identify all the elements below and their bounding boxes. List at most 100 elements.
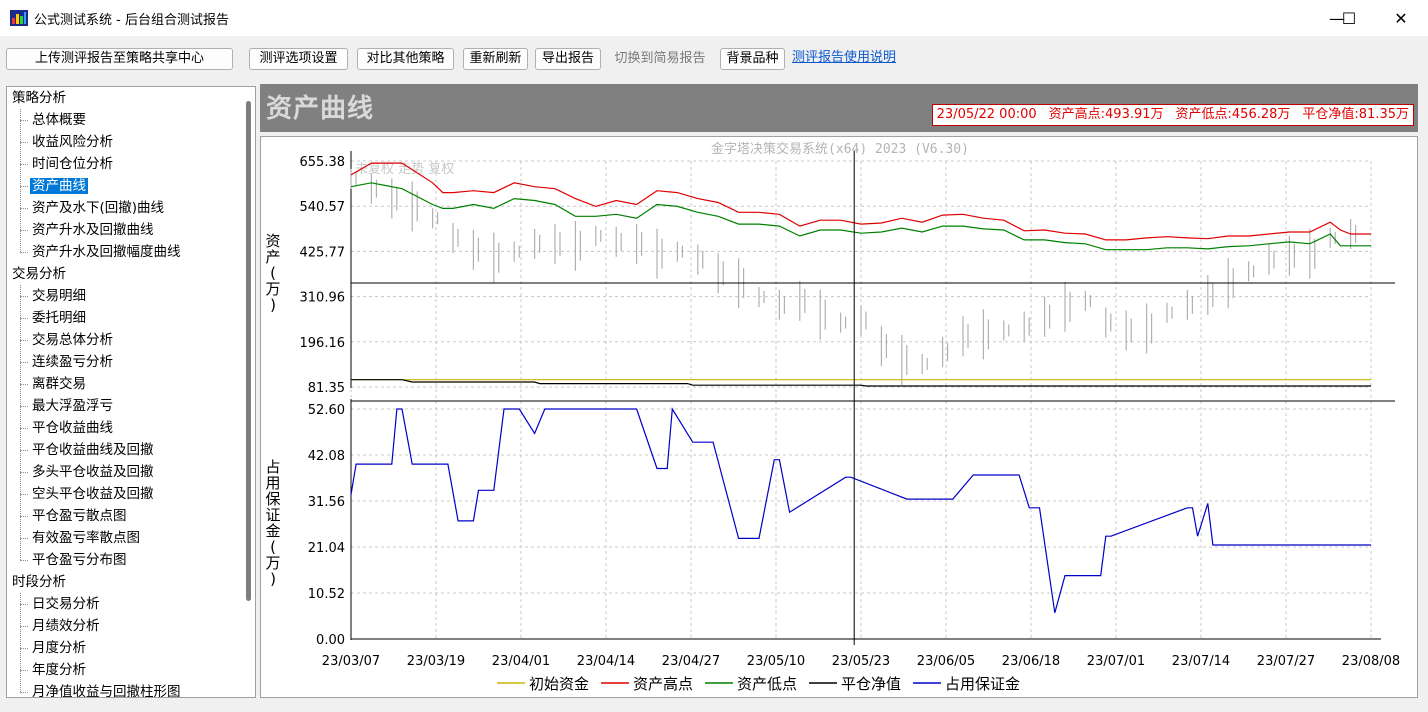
x-tick-label: 23/04/14 <box>577 654 635 669</box>
tree-item-label: 有效盈亏率散点图 <box>32 530 140 546</box>
chart-watermark: 金字塔决策交易系统(x64) 2023 (V6.30) <box>711 141 969 157</box>
tree-connector <box>20 362 28 363</box>
tree-item-label: 连续盈亏分析 <box>32 354 113 370</box>
tree-item[interactable]: 月绩效分析 <box>30 615 102 637</box>
tree-connector <box>20 626 28 627</box>
tree-item[interactable]: 空头平仓收益及回撤 <box>30 483 156 505</box>
tree-connector <box>20 120 28 121</box>
x-tick-label: 23/06/18 <box>1002 654 1060 669</box>
tree-group[interactable]: 时段分析 <box>12 571 66 593</box>
tree-connector <box>20 560 28 561</box>
bottom-ylabel-char: ) <box>270 570 276 588</box>
maximize-button[interactable]: ☐ <box>1326 0 1372 36</box>
tree-item[interactable]: 交易明细 <box>30 285 88 307</box>
close-button[interactable]: ✕ <box>1378 0 1424 36</box>
stats-readout: 23/05/22 00:00 资产高点:493.91万 资产低点:456.28万 平仓… <box>931 104 1414 126</box>
upload-report-button[interactable]: 上传测评报告至策略共享中心 <box>6 48 233 70</box>
refresh-button[interactable]: 重新刷新 <box>463 48 528 70</box>
x-tick-label: 23/03/07 <box>322 654 380 669</box>
tree-item[interactable]: 收益风险分析 <box>30 131 115 153</box>
export-report-button[interactable]: 导出报告 <box>535 48 601 70</box>
y-tick-label: 196.16 <box>300 336 346 351</box>
tree-item[interactable]: 资产曲线 <box>30 175 88 197</box>
x-tick-label: 23/04/01 <box>492 654 550 669</box>
tree-group[interactable]: 交易分析 <box>12 263 66 285</box>
report-tree: 策略分析总体概要收益风险分析 时间仓位分析 资产曲线资产及水下(回撤)曲线资产升水及… <box>6 86 256 698</box>
tree-item-label: 资产及水下(回撤)曲线 <box>32 200 165 216</box>
tree-item[interactable]: 时间仓位分析 <box>30 153 115 175</box>
tree-connector <box>20 252 28 253</box>
chart-app-icon <box>10 10 28 26</box>
tree-connector <box>20 340 28 341</box>
tree-item[interactable]: 交易总体分析 <box>30 329 115 351</box>
tree-item-label: 最大浮盈浮亏 <box>32 398 113 414</box>
tree-item[interactable]: 平仓收益曲线 <box>30 417 115 439</box>
tree-item-label: 平仓收益曲线及回撤 <box>32 442 154 458</box>
x-tick-label: 23/08/08 <box>1342 654 1400 669</box>
tree-connector <box>20 604 28 605</box>
tree-item[interactable]: 最大浮盈浮亏 <box>30 395 115 417</box>
tree-item[interactable]: 平仓盈亏分布图 <box>30 549 129 571</box>
tree-item[interactable]: 月净值收益与回撤柱形图 <box>30 681 183 698</box>
x-tick-label: 23/06/05 <box>917 654 975 669</box>
chart-frame[interactable]: 金字塔决策交易系统(x64) 2023 (V6.30) 未复权 走势 复权 23/0… <box>260 136 1418 698</box>
x-tick-label: 23/04/27 <box>662 654 720 669</box>
tree-item-label: 日交易分析 <box>32 596 100 612</box>
tree-item-label: 平仓盈亏散点图 <box>32 508 127 524</box>
chart-header: 资产曲线 23/05/22 00:00 资产高点:493.91万 资产低点:456.… <box>260 84 1418 132</box>
tree-connector <box>20 164 28 165</box>
tree-connector <box>20 296 28 297</box>
tree-item[interactable]: 月度分析 <box>30 637 88 659</box>
legend-label: 资产低点 <box>737 675 797 693</box>
asset-curve-chart[interactable]: 金字塔决策交易系统(x64) 2023 (V6.30)未复权 走势 复权23/0… <box>261 137 1418 698</box>
tree-item[interactable]: 有效盈亏率散点图 <box>30 527 142 549</box>
tree-connector <box>20 472 28 473</box>
tree-item[interactable]: 资产升水及回撤曲线 <box>30 219 156 241</box>
tree-item-label: 离群交易 <box>32 376 86 392</box>
tree-connector <box>20 230 28 231</box>
tree-item-label: 委托明细 <box>32 310 86 326</box>
tree-item-label: 总体概要 <box>32 112 86 128</box>
tree-group[interactable]: 策略分析 <box>12 87 66 109</box>
tree-item[interactable]: 年度分析 <box>30 659 88 681</box>
tree-item[interactable]: 日交易分析 <box>30 593 102 615</box>
tree-connector <box>20 670 28 671</box>
tree-item[interactable]: 资产升水及回撤幅度曲线 <box>30 241 183 263</box>
tree-item[interactable]: 离群交易 <box>30 373 88 395</box>
window-title: 公式测试系统 - 后台组合测试报告 <box>34 13 229 28</box>
options-button[interactable]: 测评选项设置 <box>249 48 348 70</box>
tree-item[interactable]: 平仓收益曲线及回撤 <box>30 439 156 461</box>
tree-item[interactable]: 平仓盈亏散点图 <box>30 505 129 527</box>
tree-connector <box>20 516 28 517</box>
tree-item-label: 空头平仓收益及回撤 <box>32 486 154 502</box>
series-line-top-4 <box>351 379 1371 387</box>
y-tick-label: 425.77 <box>300 245 346 260</box>
tree-connector <box>20 406 28 407</box>
tree-item[interactable]: 多头平仓收益及回撤 <box>30 461 156 483</box>
y-tick-label: 10.52 <box>308 587 345 602</box>
y-tick-label: 31.56 <box>308 495 345 510</box>
tree-item-label: 年度分析 <box>32 662 86 678</box>
x-tick-label: 23/05/23 <box>832 654 890 669</box>
tree-item[interactable]: 委托明细 <box>30 307 88 329</box>
tree-item[interactable]: 总体概要 <box>30 109 88 131</box>
tree-item-label: 月净值收益与回撤柱形图 <box>32 684 181 698</box>
background-symbol-button[interactable]: 背景品种 <box>720 48 785 70</box>
tree-connector <box>20 186 28 187</box>
tree-scrollbar[interactable] <box>246 101 251 601</box>
toolbar: 上传测评报告至策略共享中心 测评选项设置 对比其他策略 重新刷新 导出报告 切换… <box>0 36 1428 82</box>
x-tick-label: 23/05/10 <box>747 654 805 669</box>
y-tick-label: 81.35 <box>308 381 345 396</box>
top-ylabel-char: ) <box>270 296 276 314</box>
help-link[interactable]: 测评报告使用说明 <box>792 46 896 65</box>
tree-item[interactable]: 连续盈亏分析 <box>30 351 115 373</box>
legend-label: 资产高点 <box>633 675 693 693</box>
stats-high: 资产高点:493.91万 <box>1048 107 1164 122</box>
tree-item[interactable]: 资产及水下(回撤)曲线 <box>30 197 166 219</box>
y-tick-label: 310.96 <box>300 291 346 306</box>
tree-connector <box>20 384 28 385</box>
tree-connector <box>20 428 28 429</box>
compare-strategy-button[interactable]: 对比其他策略 <box>357 48 454 70</box>
tree-connector <box>20 285 21 560</box>
switch-simple-report-button[interactable]: 切换到简易报告 <box>607 48 713 70</box>
